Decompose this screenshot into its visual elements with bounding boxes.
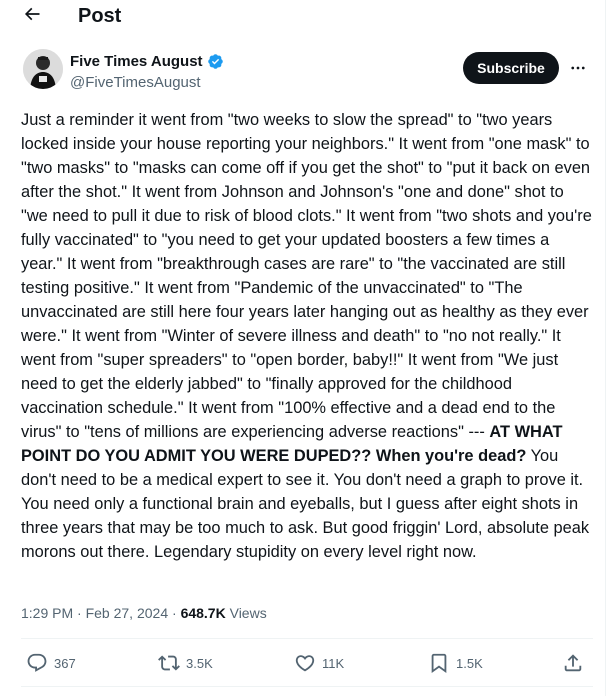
post-text-part1: Just a reminder it went from "two weeks … [21,111,592,441]
column-border [605,0,606,696]
share-button[interactable] [562,651,584,675]
repost-button[interactable]: 3.5K [158,651,213,675]
page-title: Post [78,5,122,27]
avatar[interactable] [23,49,63,89]
bookmark-count: 1.5K [456,655,483,671]
verified-badge-icon[interactable] [207,53,224,70]
meta-separator: · [77,605,82,621]
author-name[interactable]: Five Times August [70,52,203,71]
post-header: Post [0,0,605,32]
post-text: Just a reminder it went from "two weeks … [21,108,593,564]
share-icon [564,654,582,672]
post-date[interactable]: Feb 27, 2024 [86,605,169,621]
bookmark-icon [431,653,447,674]
subscribe-button[interactable]: Subscribe [463,52,559,84]
avatar-image [23,49,63,89]
bottom-divider [21,686,593,687]
divider [21,638,593,639]
heart-icon [295,655,315,672]
author-handle[interactable]: @FiveTimesAugust [70,74,201,92]
bookmark-button[interactable]: 1.5K [428,651,483,675]
views-count[interactable]: 648.7K [181,605,226,621]
repost-count: 3.5K [186,655,213,671]
repost-icon [158,655,180,671]
author-name-row: Five Times August [70,52,224,71]
reply-count: 367 [54,655,76,671]
reply-icon [27,653,47,672]
more-horizontal-icon [571,66,585,70]
arrow-left-icon [24,7,40,21]
back-button[interactable] [18,2,46,26]
reply-button[interactable]: 367 [26,651,76,675]
post-meta: 1:29 PM · Feb 27, 2024 · 648.7K Views [21,604,267,622]
more-button[interactable] [566,56,590,80]
post-time[interactable]: 1:29 PM [21,605,73,621]
views-label[interactable]: Views [230,605,267,621]
like-count: 11K [322,655,345,671]
like-button[interactable]: 11K [294,651,344,675]
meta-separator-2: · [172,605,177,621]
